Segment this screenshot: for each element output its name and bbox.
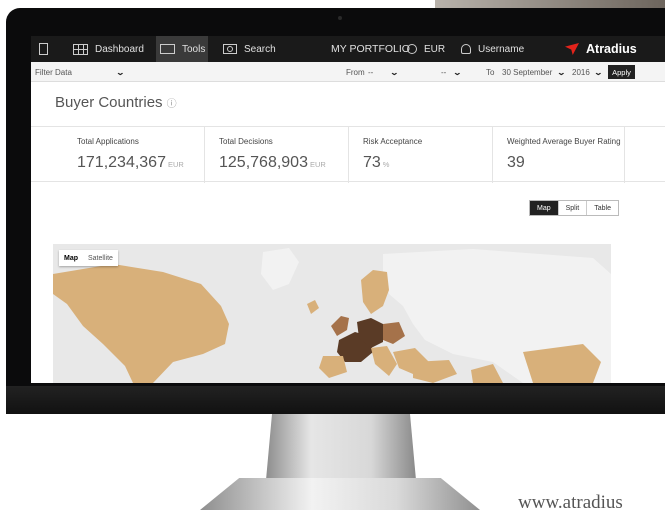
portfolio-link[interactable]: MY PORTFOLIO	[331, 36, 410, 62]
view-switch: Map Split Table	[529, 200, 619, 216]
nav-dashboard[interactable]: Dashboard	[73, 36, 144, 62]
page-title: Buyer Countries ⓘ	[55, 94, 177, 111]
nav-search[interactable]: Search	[223, 36, 276, 62]
currency-label: EUR	[424, 43, 446, 55]
from-label: From	[346, 67, 365, 77]
chevron-down-icon: ⌄	[452, 67, 463, 77]
currency-selector[interactable]: EUR	[407, 36, 445, 62]
kpi-number: 171,234,367	[77, 154, 166, 171]
nav-tools-label: Tools	[182, 43, 206, 55]
map-type-satellite[interactable]: Satellite	[83, 250, 118, 266]
chevron-down-icon: ⌄	[593, 67, 603, 77]
to-date-select[interactable]: 30 September ⌄	[502, 62, 567, 82]
search-icon	[223, 44, 237, 54]
to-year-select[interactable]: 2016 ⌄	[572, 62, 603, 82]
kpi-label: Weighted Average Buyer Rating	[507, 137, 621, 146]
grid-icon	[73, 43, 88, 55]
atradius-logo[interactable]: Atradius	[565, 36, 637, 62]
nav-search-label: Search	[244, 43, 276, 55]
nav-tools[interactable]: Tools	[156, 36, 208, 62]
kpi-number: 73	[363, 154, 381, 171]
filter-data-label: Filter Data	[35, 67, 72, 77]
chevron-down-icon: ⌄	[556, 67, 567, 77]
kpi-label: Total Applications	[77, 137, 139, 146]
from-month-select[interactable]: -- ⌄	[368, 62, 400, 82]
nav-dashboard-label: Dashboard	[95, 43, 144, 55]
monitor-stand	[266, 414, 416, 480]
username-label: Username	[478, 43, 525, 55]
kpi-value: 171,234,367 EUR	[77, 154, 184, 172]
map-canvas[interactable]	[53, 244, 611, 383]
footer-url: www.atradius	[518, 492, 623, 513]
filter-bar: Filter Data ⌄ From -- ⌄ -- ⌄ To 30 Septe…	[31, 62, 665, 82]
kpi-buyer-rating: Weighted Average Buyer Rating 39	[493, 127, 625, 183]
webcam-dot	[338, 16, 342, 20]
kpi-number: 39	[507, 154, 525, 171]
app-screen: Dashboard Tools Search MY PORTFOLIO EUR …	[31, 36, 665, 383]
kpi-label: Risk Acceptance	[363, 137, 423, 146]
from-year-value: --	[441, 67, 447, 77]
kpi-value: 39	[507, 154, 525, 172]
kpi-unit: %	[382, 160, 390, 169]
kpi-unit: EUR	[309, 160, 326, 169]
kpi-total-decisions: Total Decisions 125,768,903 EUR	[205, 127, 349, 183]
map-type-toggle: Map Satellite	[59, 250, 118, 266]
view-map-button[interactable]: Map	[530, 201, 558, 215]
kpi-risk-acceptance: Risk Acceptance 73%	[349, 127, 493, 183]
logo-mark-icon	[565, 43, 579, 55]
filter-dropdown[interactable]: ⌄	[115, 62, 126, 82]
map-type-map[interactable]: Map	[59, 250, 83, 266]
top-nav: Dashboard Tools Search MY PORTFOLIO EUR …	[31, 36, 665, 62]
document-icon	[39, 43, 48, 55]
to-year-value: 2016	[572, 67, 590, 77]
monitor-base	[200, 478, 480, 510]
apply-button[interactable]: Apply	[608, 65, 635, 79]
info-icon[interactable]: ⓘ	[167, 99, 177, 110]
from-month-value: --	[368, 67, 374, 77]
view-split-button[interactable]: Split	[557, 201, 587, 215]
chevron-down-icon: ⌄	[389, 67, 400, 77]
kpi-total-applications: Total Applications 171,234,367 EUR	[63, 127, 205, 183]
kpi-unit: EUR	[167, 160, 184, 169]
chevron-down-icon: ⌄	[115, 67, 126, 77]
to-date-value: 30 September	[502, 67, 553, 77]
currency-icon	[407, 44, 417, 54]
kpi-value: 73%	[363, 154, 389, 172]
view-table-button[interactable]: Table	[586, 201, 618, 215]
user-menu[interactable]: Username	[461, 36, 524, 62]
kpi-number: 125,768,903	[219, 154, 308, 171]
kpi-label: Total Decisions	[219, 137, 273, 146]
to-label: To	[486, 67, 495, 77]
monitor-chin	[6, 386, 665, 414]
chart-icon	[160, 44, 175, 54]
page-title-text: Buyer Countries	[55, 94, 163, 111]
world-map[interactable]: Map Satellite	[53, 244, 611, 383]
logo-text: Atradius	[586, 42, 637, 56]
menu-button[interactable]	[39, 36, 55, 62]
kpi-value: 125,768,903 EUR	[219, 154, 326, 172]
user-icon	[461, 44, 471, 54]
kpi-row: Total Applications 171,234,367 EUR Total …	[31, 126, 665, 183]
from-year-select[interactable]: -- ⌄	[441, 62, 463, 82]
